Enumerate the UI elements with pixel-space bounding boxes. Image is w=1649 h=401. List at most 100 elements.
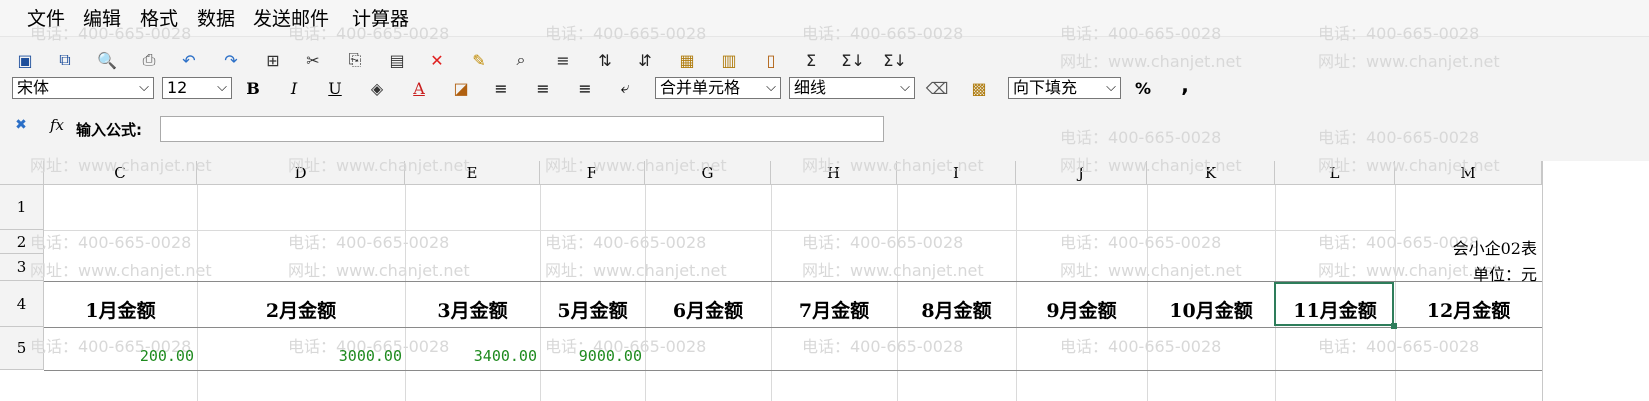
chevron-down-icon: ⌵	[1106, 80, 1116, 95]
menu-send-mail[interactable]: 发送邮件	[253, 4, 329, 31]
select-all-icon[interactable]: ⊞	[260, 48, 286, 72]
save-as-icon[interactable]: ⧉	[52, 48, 78, 72]
print-preview-icon[interactable]: 🔍	[94, 48, 120, 72]
cell-c5[interactable]: 200.00	[44, 347, 194, 369]
gridline	[1147, 185, 1148, 401]
column-header-c[interactable]: C	[44, 161, 197, 185]
column-header-l[interactable]: L	[1275, 161, 1395, 185]
column-header-i[interactable]: I	[897, 161, 1016, 185]
border-style-icon[interactable]: ◪	[448, 76, 474, 100]
align-right-icon[interactable]: ≡	[572, 76, 598, 100]
row-header-3[interactable]: 3	[0, 254, 44, 281]
cell-f5[interactable]: 9000.00	[540, 347, 642, 369]
wrap-text-icon[interactable]: ⤶	[612, 76, 638, 100]
redo-icon[interactable]: ↷	[218, 48, 244, 72]
gridline	[44, 327, 1542, 328]
gridline	[44, 230, 1395, 231]
sort-descending-icon[interactable]: ⇵	[632, 48, 658, 72]
menu-format[interactable]: 格式	[140, 4, 178, 31]
cell-m4[interactable]: 12月金额	[1395, 295, 1542, 327]
column-header-m[interactable]: M	[1395, 161, 1542, 185]
cell-d4[interactable]: 2月金额	[197, 295, 405, 327]
gridline	[1016, 185, 1017, 401]
cell-d5[interactable]: 3000.00	[197, 347, 402, 369]
fill-down-select[interactable]: 向下填充 ⌵	[1008, 77, 1121, 99]
gridline	[645, 185, 646, 401]
gridline	[771, 185, 772, 401]
function-icon[interactable]: fx	[44, 113, 70, 137]
chevron-down-icon: ⌵	[139, 80, 149, 95]
toolbar-area: ▣ ⧉ 🔍 ⎙ ↶ ↷ ⊞ ✂ ⎘ ▤ ✕ ✎ ⌕ ≡ ⇅ ⇵ ▦ ▥ ▯ Σ …	[0, 36, 1649, 162]
format-painter-icon[interactable]: ▩	[966, 76, 992, 100]
save-icon[interactable]: ▣	[12, 48, 38, 72]
replace-icon[interactable]: ≡	[550, 48, 576, 72]
underline-icon[interactable]: U	[322, 76, 348, 100]
table-code-label: 会小企02表	[1452, 239, 1537, 258]
undo-icon[interactable]: ↶	[176, 48, 202, 72]
cut-icon[interactable]: ✂	[300, 48, 326, 72]
font-size-value: 12	[167, 78, 188, 97]
merge-cells-value: 合并单元格	[660, 78, 741, 97]
menu-edit[interactable]: 编辑	[83, 4, 121, 31]
print-icon[interactable]: ⎙	[136, 48, 162, 72]
align-center-icon[interactable]: ≡	[530, 76, 556, 100]
sum-icon[interactable]: Σ	[798, 48, 824, 72]
cell-f4[interactable]: 5月金额	[540, 295, 645, 327]
bold-icon[interactable]: B	[240, 76, 266, 100]
row-header-2[interactable]: 2	[0, 230, 44, 254]
column-header-j[interactable]: J	[1016, 161, 1147, 185]
cell-i4[interactable]: 8月金额	[897, 295, 1016, 327]
font-name-select[interactable]: 宋体 ⌵	[12, 77, 154, 99]
find-icon[interactable]: ⌕	[508, 48, 534, 72]
percent-button[interactable]: %	[1130, 76, 1156, 100]
cell-k4[interactable]: 10月金额	[1147, 295, 1275, 327]
paste-values-icon[interactable]: ▥	[716, 48, 742, 72]
merge-cells-select[interactable]: 合并单元格 ⌵	[655, 77, 781, 99]
sum-column-icon[interactable]: Σ↓	[882, 48, 908, 72]
formula-input[interactable]	[160, 116, 884, 142]
eraser-icon[interactable]: ⌫	[924, 76, 950, 100]
copy-icon[interactable]: ⎘	[342, 48, 368, 72]
row-header-4[interactable]: 4	[0, 281, 44, 327]
paste-icon[interactable]: ▤	[384, 48, 410, 72]
selected-cell-outline	[1274, 282, 1394, 326]
fill-handle[interactable]	[1391, 323, 1397, 329]
column-header-d[interactable]: D	[197, 161, 405, 185]
cell-h4[interactable]: 7月金额	[771, 295, 897, 327]
menu-file[interactable]: 文件	[27, 4, 65, 31]
row-header-1[interactable]: 1	[0, 185, 44, 230]
cell-g4[interactable]: 6月金额	[645, 295, 771, 327]
chevron-down-icon: ⌵	[900, 80, 910, 95]
menu-calculator[interactable]: 计算器	[352, 4, 409, 31]
column-header-h[interactable]: H	[771, 161, 897, 185]
cell-c4[interactable]: 1月金额	[44, 295, 197, 327]
column-header-k[interactable]: K	[1147, 161, 1275, 185]
menu-data[interactable]: 数据	[197, 4, 235, 31]
sum-row-icon[interactable]: Σ↓	[840, 48, 866, 72]
font-color-icon[interactable]: A	[406, 76, 432, 100]
corner-cell[interactable]	[0, 161, 44, 185]
row-header-5[interactable]: 5	[0, 327, 44, 370]
fill-color-icon[interactable]: ◈	[364, 76, 390, 100]
italic-icon[interactable]: I	[281, 76, 307, 100]
clear-format-icon[interactable]: ✎	[466, 48, 492, 72]
gridline	[897, 185, 898, 401]
unit-label: 单位：元	[1472, 265, 1537, 284]
delete-icon[interactable]: ✕	[424, 48, 450, 72]
font-size-select[interactable]: 12 ⌵	[162, 77, 232, 99]
report-icon[interactable]: ▯	[758, 48, 784, 72]
cancel-formula-icon[interactable]: ✖	[8, 113, 34, 137]
gridline	[1395, 185, 1396, 401]
column-header-g[interactable]: G	[645, 161, 771, 185]
align-left-icon[interactable]: ≡	[488, 76, 514, 100]
fill-down-value: 向下填充	[1013, 78, 1078, 97]
cell-e4[interactable]: 3月金额	[405, 295, 540, 327]
sort-ascending-icon[interactable]: ⇅	[592, 48, 618, 72]
cell-j4[interactable]: 9月金额	[1016, 295, 1147, 327]
paste-special-icon[interactable]: ▦	[674, 48, 700, 72]
thousands-separator-button[interactable]: ,	[1172, 73, 1198, 97]
column-header-f[interactable]: F	[540, 161, 645, 185]
border-line-select[interactable]: 细线 ⌵	[789, 77, 915, 99]
cell-e5[interactable]: 3400.00	[405, 347, 537, 369]
column-header-e[interactable]: E	[405, 161, 540, 185]
